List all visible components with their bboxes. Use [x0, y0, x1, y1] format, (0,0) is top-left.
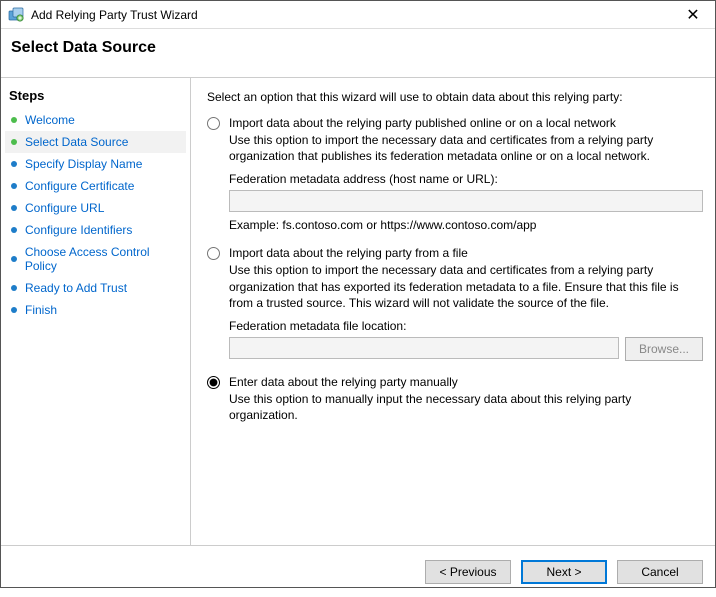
option-online-desc: Use this option to import the necessary … [229, 132, 703, 164]
steps-sidebar: Steps Welcome Select Data Source Specify… [1, 78, 191, 545]
option-manual-label: Enter data about the relying party manua… [229, 375, 703, 389]
content-panel: Select an option that this wizard will u… [191, 78, 715, 545]
step-label: Select Data Source [25, 135, 128, 149]
check-icon [9, 115, 19, 125]
bullet-icon [9, 203, 19, 213]
step-label: Finish [25, 303, 57, 317]
radio-manual[interactable] [207, 376, 220, 389]
steps-heading: Steps [5, 84, 186, 109]
bullet-icon [9, 181, 19, 191]
browse-button[interactable]: Browse... [625, 337, 703, 361]
next-button[interactable]: Next > [521, 560, 607, 584]
option-file: Import data about the relying party from… [207, 246, 703, 311]
titlebar: Add Relying Party Trust Wizard ✕ [1, 1, 715, 29]
step-label: Configure Identifiers [25, 223, 132, 237]
option-online: Import data about the relying party publ… [207, 116, 703, 164]
cancel-button[interactable]: Cancel [617, 560, 703, 584]
bullet-icon [9, 225, 19, 235]
page-title: Select Data Source [1, 29, 715, 67]
step-select-data-source[interactable]: Select Data Source [5, 131, 186, 153]
step-configure-certificate[interactable]: Configure Certificate [5, 175, 186, 197]
step-welcome[interactable]: Welcome [5, 109, 186, 131]
radio-online[interactable] [207, 117, 220, 130]
main-area: Steps Welcome Select Data Source Specify… [1, 78, 715, 545]
option-file-desc: Use this option to import the necessary … [229, 262, 703, 311]
check-icon [9, 137, 19, 147]
online-subblock: Federation metadata address (host name o… [229, 172, 703, 232]
step-configure-identifiers[interactable]: Configure Identifiers [5, 219, 186, 241]
metadata-url-label: Federation metadata address (host name o… [229, 172, 703, 186]
previous-button[interactable]: < Previous [425, 560, 511, 584]
close-button[interactable]: ✕ [677, 5, 709, 25]
bullet-icon [9, 305, 19, 315]
step-configure-url[interactable]: Configure URL [5, 197, 186, 219]
metadata-file-input[interactable] [229, 337, 619, 359]
step-label: Choose Access Control Policy [25, 245, 182, 273]
metadata-url-input[interactable] [229, 190, 703, 212]
bullet-icon [9, 159, 19, 169]
step-label: Configure Certificate [25, 179, 134, 193]
bullet-icon [9, 283, 19, 293]
option-manual-desc: Use this option to manually input the ne… [229, 391, 703, 423]
radio-file[interactable] [207, 247, 220, 260]
step-specify-display-name[interactable]: Specify Display Name [5, 153, 186, 175]
wizard-icon [7, 6, 25, 24]
file-subblock: Federation metadata file location: Brows… [229, 319, 703, 361]
metadata-file-label: Federation metadata file location: [229, 319, 703, 333]
window-title: Add Relying Party Trust Wizard [31, 8, 677, 22]
option-file-label: Import data about the relying party from… [229, 246, 703, 260]
metadata-url-example: Example: fs.contoso.com or https://www.c… [229, 218, 703, 232]
intro-text: Select an option that this wizard will u… [207, 90, 703, 104]
option-manual: Enter data about the relying party manua… [207, 375, 703, 423]
step-label: Welcome [25, 113, 75, 127]
step-choose-access-control-policy[interactable]: Choose Access Control Policy [5, 241, 186, 277]
bullet-icon [9, 254, 19, 264]
step-label: Configure URL [25, 201, 104, 215]
step-label: Ready to Add Trust [25, 281, 127, 295]
option-online-label: Import data about the relying party publ… [229, 116, 703, 130]
step-finish[interactable]: Finish [5, 299, 186, 321]
step-label: Specify Display Name [25, 157, 142, 171]
step-ready-to-add-trust[interactable]: Ready to Add Trust [5, 277, 186, 299]
wizard-footer: < Previous Next > Cancel [1, 545, 715, 597]
